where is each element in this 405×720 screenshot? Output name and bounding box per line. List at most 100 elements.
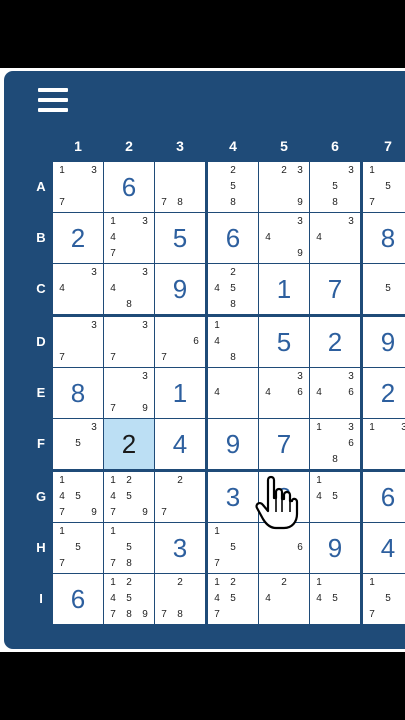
candidate-mark: 6 xyxy=(297,387,303,398)
candidate-mark: 3 xyxy=(91,165,97,176)
cell-g4[interactable]: 3 xyxy=(208,472,258,522)
cell-value: 3 xyxy=(172,532,188,563)
column-label-6: 6 xyxy=(331,138,339,154)
cell-d6[interactable]: 2 xyxy=(310,317,360,367)
cell-value: 8 xyxy=(380,222,396,253)
candidate-mark: 6 xyxy=(348,387,354,398)
cell-h6[interactable]: 9 xyxy=(310,523,360,573)
cell-c4[interactable]: 245 8 xyxy=(208,264,258,314)
cell-d1[interactable]: 37 xyxy=(53,317,103,367)
cell-a5[interactable]: 23 9 xyxy=(259,162,309,212)
cell-value: 2 xyxy=(327,326,343,357)
cell-i2[interactable]: 1245789 xyxy=(104,574,154,624)
cell-g5[interactable]: 8 xyxy=(259,472,309,522)
cell-value: 6 xyxy=(121,171,137,202)
cell-i3[interactable]: 2 78 xyxy=(155,574,205,624)
cell-c1[interactable]: 34 xyxy=(53,264,103,314)
candidate-mark: 5 xyxy=(126,593,132,604)
cell-h7[interactable]: 4 xyxy=(363,523,405,573)
cell-e4[interactable]: 4 xyxy=(208,368,258,418)
candidate-mark: 3 xyxy=(348,165,354,176)
candidate-mark: 9 xyxy=(297,248,303,259)
cell-e5[interactable]: 3 4 6 xyxy=(259,368,309,418)
cell-i4[interactable]: 12457 xyxy=(208,574,258,624)
cell-c5[interactable]: 1 xyxy=(259,264,309,314)
cell-e1[interactable]: 8 xyxy=(53,368,103,418)
cell-a2[interactable]: 6 xyxy=(104,162,154,212)
cell-b5[interactable]: 3 4 9 xyxy=(259,213,309,263)
cell-a4[interactable]: 2 5 8 xyxy=(208,162,258,212)
cell-value: 9 xyxy=(380,326,396,357)
candidate-mark: 9 xyxy=(142,507,148,518)
cell-h5[interactable]: 6 xyxy=(259,523,309,573)
candidate-mark: 1 xyxy=(214,577,220,588)
cell-g2[interactable]: 12457 9 xyxy=(104,472,154,522)
cell-d5[interactable]: 5 xyxy=(259,317,309,367)
cell-i6[interactable]: 1 45 xyxy=(310,574,360,624)
cell-h1[interactable]: 157 xyxy=(53,523,103,573)
cell-i5[interactable]: 24 xyxy=(259,574,309,624)
cell-a3[interactable]: 78 xyxy=(155,162,205,212)
cell-f3[interactable]: 4 xyxy=(155,419,205,469)
candidate-mark: 5 xyxy=(230,283,236,294)
cell-e6[interactable]: 3 4 6 xyxy=(310,368,360,418)
cell-e2[interactable]: 3 7 9 xyxy=(104,368,154,418)
candidate-mark: 1 xyxy=(110,475,116,486)
candidate-mark: 5 xyxy=(230,593,236,604)
cell-g1[interactable]: 1 457 9 xyxy=(53,472,103,522)
cell-b7[interactable]: 8 xyxy=(363,213,405,263)
cell-i1[interactable]: 6 xyxy=(53,574,103,624)
cell-d3[interactable]: 67 xyxy=(155,317,205,367)
candidate-mark: 7 xyxy=(161,197,167,208)
cell-e3[interactable]: 1 xyxy=(155,368,205,418)
candidate-mark: 5 xyxy=(126,491,132,502)
cell-d2[interactable]: 37 xyxy=(104,317,154,367)
cell-i7[interactable]: 157 xyxy=(363,574,405,624)
cell-f6[interactable]: 1 3 68 xyxy=(310,419,360,469)
cell-h2[interactable]: 1578 xyxy=(104,523,154,573)
cell-b4[interactable]: 6 xyxy=(208,213,258,263)
hamburger-menu-icon[interactable] xyxy=(38,88,68,116)
candidate-mark: 7 xyxy=(214,558,220,569)
candidate-mark: 1 xyxy=(369,577,375,588)
cell-g7[interactable]: 6 xyxy=(363,472,405,522)
cell-value: 6 xyxy=(70,583,86,614)
cell-d7[interactable]: 9 xyxy=(363,317,405,367)
cell-a1[interactable]: 1 3 7 xyxy=(53,162,103,212)
cell-h4[interactable]: 157 xyxy=(208,523,258,573)
candidate-mark: 3 xyxy=(348,371,354,382)
cell-b3[interactable]: 5 xyxy=(155,213,205,263)
cell-f5[interactable]: 7 xyxy=(259,419,309,469)
cell-g3[interactable]: 27 xyxy=(155,472,205,522)
cell-f2[interactable]: 2 xyxy=(104,419,154,469)
cell-a6[interactable]: 35 8 xyxy=(310,162,360,212)
cell-h3[interactable]: 3 xyxy=(155,523,205,573)
cell-g6[interactable]: 1 45 xyxy=(310,472,360,522)
cell-a7[interactable]: 157 xyxy=(363,162,405,212)
cell-b6[interactable]: 34 xyxy=(310,213,360,263)
candidate-mark: 1 xyxy=(59,526,65,537)
candidate-mark: 3 xyxy=(91,422,97,433)
cell-f4[interactable]: 9 xyxy=(208,419,258,469)
candidate-mark: 7 xyxy=(110,352,116,363)
cell-c6[interactable]: 7 xyxy=(310,264,360,314)
candidate-mark: 7 xyxy=(110,558,116,569)
column-label-5: 5 xyxy=(280,138,288,154)
row-label-a: A xyxy=(36,179,46,194)
cell-e7[interactable]: 2 xyxy=(363,368,405,418)
cell-f7[interactable]: 13 xyxy=(363,419,405,469)
column-label-4: 4 xyxy=(229,138,237,154)
cell-f1[interactable]: 35 xyxy=(53,419,103,469)
cell-value: 6 xyxy=(225,222,241,253)
cell-b2[interactable]: 1 3 4 7 xyxy=(104,213,154,263)
column-label-2: 2 xyxy=(125,138,133,154)
cell-value: 1 xyxy=(276,273,292,304)
cell-d4[interactable]: 1 48 xyxy=(208,317,258,367)
cell-c7[interactable]: 5 xyxy=(363,264,405,314)
candidate-mark: 4 xyxy=(59,283,65,294)
candidate-mark: 8 xyxy=(177,197,183,208)
cell-c2[interactable]: 3 48 xyxy=(104,264,154,314)
cell-c3[interactable]: 9 xyxy=(155,264,205,314)
candidate-mark: 2 xyxy=(230,577,236,588)
cell-b1[interactable]: 2 xyxy=(53,213,103,263)
